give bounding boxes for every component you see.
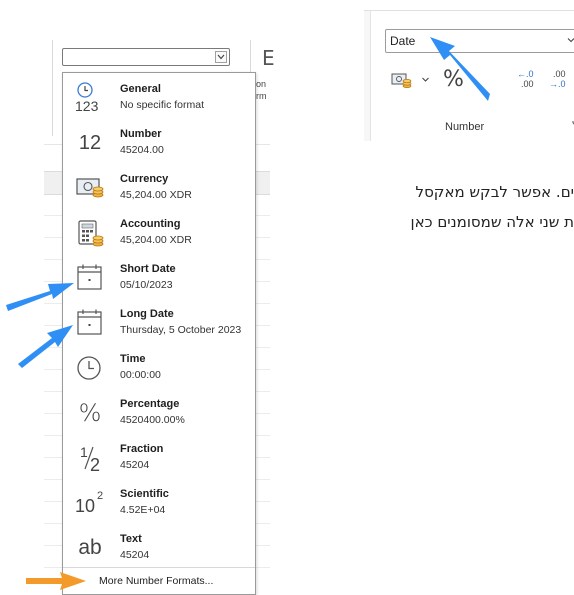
format-name: Long Date (120, 308, 174, 320)
number-group-panel: Date % ←.0 .00 .00 →.0 Number (370, 11, 574, 141)
fraction-denominator: 2 (90, 455, 101, 475)
format-option-text[interactable]: ab Text 45204 (63, 525, 255, 569)
left-arrow-icon: ← (517, 69, 526, 79)
format-option-fraction[interactable]: 1 2 Fraction 45204 (63, 435, 255, 479)
chevron-down-icon[interactable] (566, 35, 574, 45)
format-name: Scientific (120, 488, 169, 500)
number-group-ribbon: Date % ←.0 .00 .00 →.0 Number (364, 10, 574, 141)
number-group-label: Number (445, 121, 485, 133)
format-option-number[interactable]: 12 Number 45204.00 (63, 120, 255, 164)
decimal-text: .0 (558, 79, 566, 89)
accounting-format-icon[interactable] (391, 71, 413, 89)
combobox-dropdown-button[interactable] (215, 51, 227, 63)
format-option-accounting[interactable]: Accounting 45,204.00 XDR (63, 210, 255, 254)
dropdown-separator (63, 567, 255, 568)
format-option-long-date[interactable]: Long Date Thursday, 5 October 2023 (63, 300, 255, 344)
decimal-text: .00 (521, 79, 534, 89)
decimal-text: .00 (553, 69, 566, 79)
accounting-icon (73, 216, 107, 250)
clock-icon (77, 356, 101, 380)
format-sample: 4.52E+04 (120, 504, 166, 516)
hebrew-text-line-1: ים. אפשר לבקש מאקסל (415, 183, 574, 201)
general-digits: 123 (75, 98, 99, 114)
hebrew-text-line-2: ת שני אלה שמסומנים כאן (410, 213, 574, 231)
decrease-decimal-button[interactable]: .00 →.0 (549, 69, 573, 93)
format-sample: 45204 (120, 459, 150, 471)
format-option-percentage[interactable]: % Percentage 4520400.00% (63, 390, 255, 434)
scientific-exponent: 2 (97, 490, 104, 502)
number-format-value: Date (390, 34, 416, 48)
number-format-combobox[interactable] (62, 48, 230, 66)
ribbon-partial-line: on (256, 79, 267, 89)
text-glyph: ab (78, 536, 102, 559)
more-number-formats-link[interactable]: More Number Formats... (99, 575, 213, 587)
format-option-general[interactable]: 123 General No specific format (63, 75, 255, 119)
format-sample: 45,204.00 XDR (120, 234, 192, 246)
number-glyph: 12 (78, 131, 102, 154)
format-name: General (120, 83, 161, 95)
chevron-down-icon[interactable] (421, 76, 430, 84)
ribbon-partial-icon: E (262, 46, 275, 70)
format-option-currency[interactable]: Currency 45,204.00 XDR (63, 165, 255, 209)
percent-style-button[interactable]: % (443, 67, 464, 92)
text-icon: ab (73, 531, 107, 565)
format-name: Fraction (120, 443, 164, 455)
decrease-decimal-bottom: →.0 (549, 79, 573, 89)
calendar-icon (77, 264, 102, 290)
format-sample: 00:00:00 (120, 369, 161, 381)
increase-decimal-top: ←.0 (517, 69, 541, 79)
format-name: Currency (120, 173, 169, 185)
format-sample: 45204 (120, 549, 150, 561)
number-icon: 12 (73, 126, 107, 160)
calculator-glyph (78, 220, 104, 247)
increase-decimal-button[interactable]: ←.0 .00 (517, 69, 541, 93)
ribbon-partial-label: on rm (256, 78, 267, 102)
format-sample: No specific format (120, 99, 205, 111)
format-name: Accounting (120, 218, 181, 230)
format-name: Short Date (120, 263, 176, 275)
percent-glyph: % (78, 399, 102, 427)
format-option-short-date[interactable]: Short Date 05/10/2023 (63, 255, 255, 299)
format-sample: 45,204.00 XDR (120, 189, 192, 201)
number-format-select[interactable]: Date (385, 29, 574, 53)
ribbon-partial-line: rm (256, 91, 267, 101)
chevron-down-icon (217, 54, 225, 60)
scientific-icon: 10 2 (73, 486, 107, 520)
currency-glyph (76, 178, 104, 198)
format-sample: Thursday, 5 October 2023 (120, 324, 242, 336)
format-name: Text (120, 533, 142, 545)
ribbon-divider (52, 40, 53, 136)
long-date-icon (73, 306, 107, 340)
format-sample: 45204.00 (120, 144, 164, 156)
format-name: Number (120, 128, 162, 140)
short-date-icon (73, 261, 107, 295)
right-arrow-icon: → (549, 79, 558, 89)
format-name: Time (120, 353, 146, 365)
scientific-base: 10 (75, 496, 96, 516)
fraction-icon: 1 2 (73, 441, 107, 475)
number-format-dropdown: 123 General No specific format 12 Number… (62, 72, 256, 595)
currency-icon (73, 171, 107, 205)
time-icon (73, 351, 107, 385)
percentage-icon: % (73, 396, 107, 430)
calendar-icon (77, 309, 102, 335)
format-sample: 4520400.00% (120, 414, 185, 426)
format-sample: 05/10/2023 (120, 279, 173, 291)
format-option-scientific[interactable]: 10 2 Scientific 4.52E+04 (63, 480, 255, 524)
decimal-text: .0 (526, 69, 534, 79)
format-name: Percentage (120, 398, 180, 410)
format-option-time[interactable]: Time 00:00:00 (63, 345, 255, 389)
general-icon: 123 (73, 81, 107, 115)
